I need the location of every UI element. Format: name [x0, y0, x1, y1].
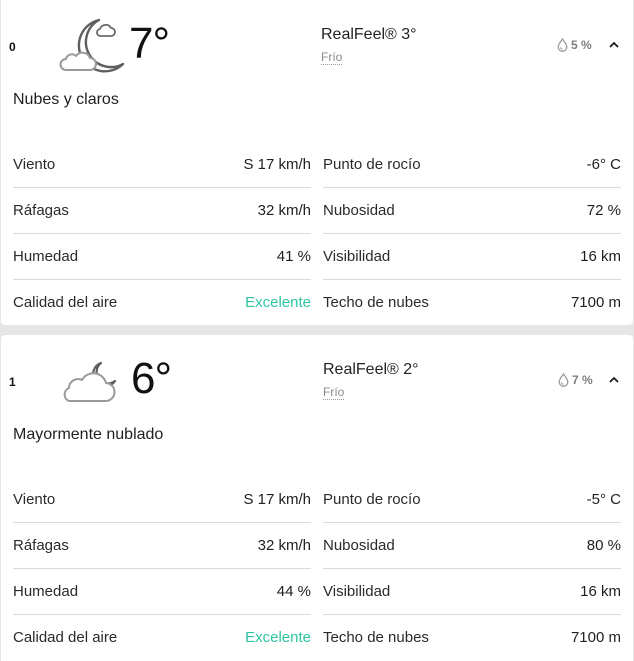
realfeel-value: RealFeel® 2° — [323, 361, 419, 378]
detail-row: Calidad del aire Excelente — [13, 280, 311, 325]
air-quality-value[interactable]: Excelente — [245, 629, 311, 646]
detail-label: Viento — [13, 156, 56, 173]
detail-row: Humedad 44 % — [13, 569, 311, 614]
detail-label: Visibilidad — [323, 248, 391, 265]
detail-label: Punto de rocío — [323, 491, 421, 508]
precipitation-value: 5 % — [571, 38, 592, 52]
detail-label: Humedad — [13, 583, 79, 600]
detail-label: Ráfagas — [13, 202, 69, 219]
detail-value: 72 % — [586, 202, 621, 219]
detail-label: Visibilidad — [323, 583, 391, 600]
hour-label: 1 — [9, 375, 16, 389]
hourly-card: 0 7° RealFeel® 3° Frío 5 % Nubes y claro… — [1, 0, 633, 325]
detail-row: Humedad 41 % — [13, 234, 311, 279]
detail-value: 16 km — [580, 248, 621, 265]
precipitation-value: 7 % — [572, 373, 593, 387]
detail-value: S 17 km/h — [243, 156, 311, 173]
detail-row: Nubosidad 80 % — [323, 523, 621, 568]
weather-phrase: Mayormente nublado — [13, 426, 164, 443]
detail-row: Nubosidad 72 % — [323, 188, 621, 233]
detail-label: Nubosidad — [323, 537, 395, 554]
detail-row: Viento S 17 km/h — [13, 477, 311, 522]
detail-row: Techo de nubes 7100 m — [323, 615, 621, 660]
detail-row: Punto de rocío -6° C — [323, 142, 621, 187]
detail-row: Visibilidad 16 km — [323, 234, 621, 279]
realfeel-value: RealFeel® 3° — [321, 26, 417, 43]
raindrop-icon — [557, 38, 568, 52]
detail-row: Visibilidad 16 km — [323, 569, 621, 614]
detail-value: 7100 m — [570, 629, 621, 646]
precipitation: 5 % — [557, 38, 592, 52]
detail-label: Techo de nubes — [323, 294, 429, 311]
detail-value: -5° C — [586, 491, 621, 508]
detail-row: Techo de nubes 7100 m — [323, 280, 621, 325]
weather-phrase: Nubes y claros — [13, 91, 119, 108]
realfeel-phrase[interactable]: Frío — [323, 386, 345, 400]
detail-row: Ráfagas 32 km/h — [13, 523, 311, 568]
hourly-card: 1 6° RealFeel® 2° Frío 7 % Mayormente nu… — [1, 335, 633, 661]
detail-value: 16 km — [580, 583, 621, 600]
detail-value: 44 % — [276, 583, 311, 600]
cloud-moon-icon — [61, 357, 127, 410]
detail-value: S 17 km/h — [243, 491, 311, 508]
temperature: 6° — [131, 354, 172, 403]
chevron-up-icon[interactable] — [607, 373, 621, 387]
moon-cloud-icon — [59, 14, 127, 81]
air-quality-value[interactable]: Excelente — [245, 294, 311, 311]
hour-label: 0 — [9, 40, 16, 54]
raindrop-icon — [558, 373, 569, 387]
detail-label: Ráfagas — [13, 537, 69, 554]
precipitation: 7 % — [558, 373, 593, 387]
detail-row: Ráfagas 32 km/h — [13, 188, 311, 233]
detail-label: Viento — [13, 491, 56, 508]
detail-label: Calidad del aire — [13, 294, 118, 311]
chevron-up-icon[interactable] — [607, 38, 621, 52]
detail-value: 32 km/h — [257, 537, 311, 554]
detail-label: Nubosidad — [323, 202, 395, 219]
detail-label: Techo de nubes — [323, 629, 429, 646]
detail-row: Punto de rocío -5° C — [323, 477, 621, 522]
realfeel-phrase[interactable]: Frío — [321, 51, 343, 65]
detail-value: 32 km/h — [257, 202, 311, 219]
detail-value: 80 % — [586, 537, 621, 554]
detail-row: Calidad del aire Excelente — [13, 615, 311, 660]
detail-value: 41 % — [276, 248, 311, 265]
temperature: 7° — [129, 19, 170, 68]
detail-row: Viento S 17 km/h — [13, 142, 311, 187]
detail-label: Punto de rocío — [323, 156, 421, 173]
detail-label: Humedad — [13, 248, 79, 265]
detail-value: -6° C — [586, 156, 621, 173]
detail-label: Calidad del aire — [13, 629, 118, 646]
detail-value: 7100 m — [570, 294, 621, 311]
